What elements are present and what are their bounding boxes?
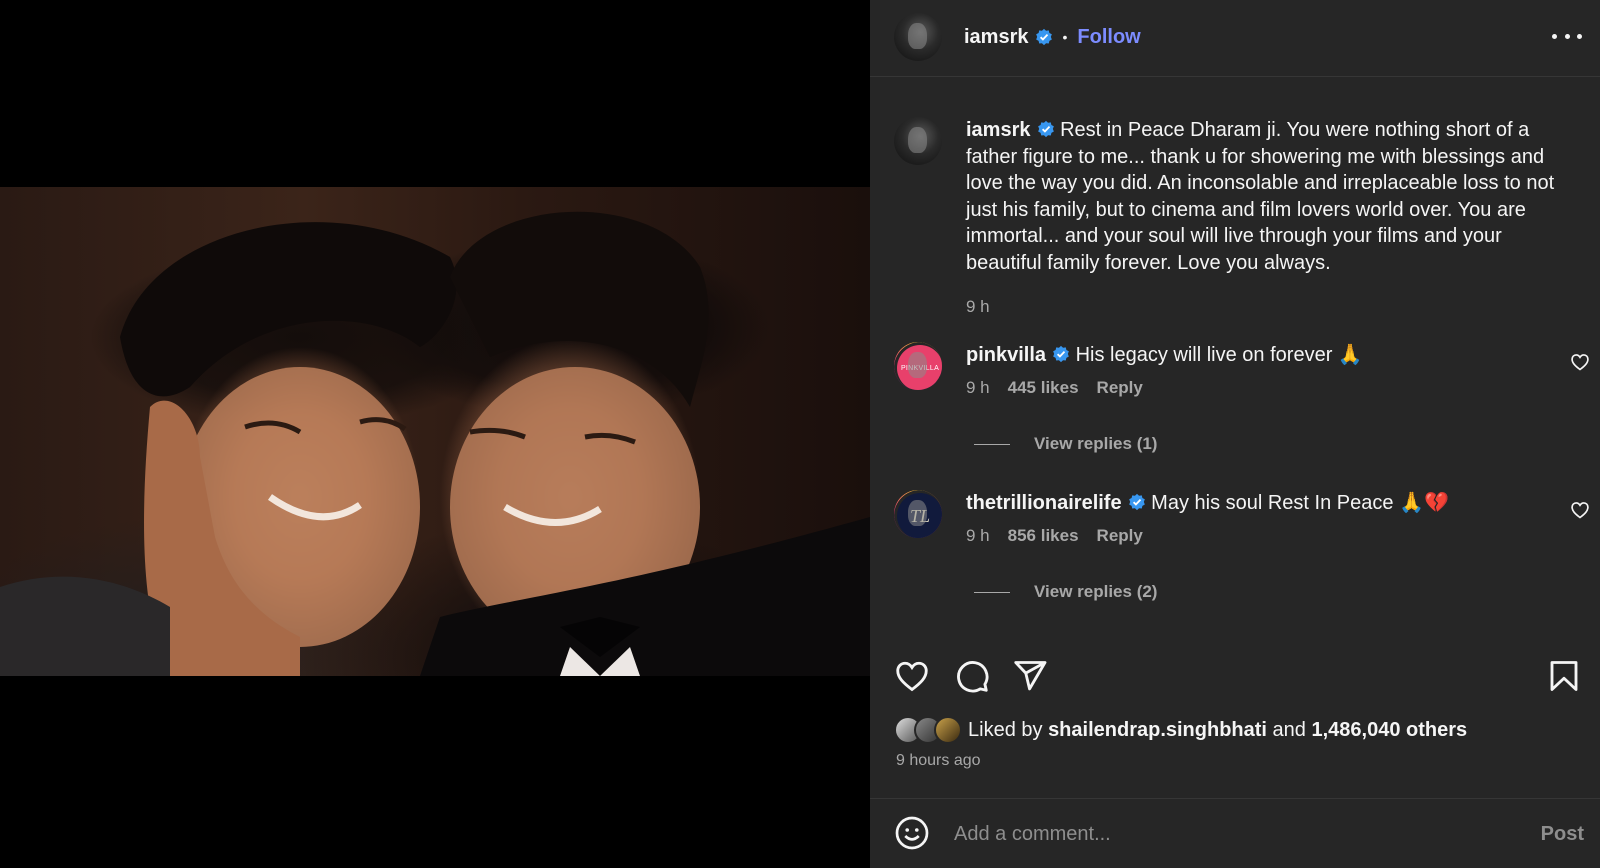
- author-username[interactable]: iamsrk: [964, 26, 1029, 49]
- bookmark-icon[interactable]: [1546, 658, 1582, 694]
- send-icon[interactable]: [1012, 658, 1048, 694]
- post-header: iamsrk • Follow: [870, 0, 1600, 74]
- comment-username[interactable]: thetrillionairelife: [966, 492, 1122, 514]
- comment-likes[interactable]: 856 likes: [1008, 526, 1079, 546]
- heart-icon[interactable]: [1570, 352, 1590, 372]
- post-media: [0, 0, 870, 868]
- caption-body: iamsrk Rest in Peace Dharam ji. You were…: [966, 117, 1576, 276]
- comment-time: 9 h: [966, 378, 990, 397]
- replies-line: [974, 443, 1010, 445]
- thetrillionairelife-logo: TL: [897, 493, 942, 538]
- reply-button[interactable]: Reply: [1097, 378, 1143, 398]
- follow-button[interactable]: Follow: [1077, 26, 1140, 49]
- comment-meta: 9 h 445 likes Reply: [966, 378, 1143, 398]
- post-photo[interactable]: [0, 187, 870, 676]
- avatar: [934, 716, 962, 744]
- liker-avatars[interactable]: [894, 716, 962, 744]
- comment-text: His legacy will live on forever 🙏: [1075, 344, 1363, 366]
- comment-input[interactable]: [954, 817, 1494, 851]
- comment-body: thetrillionairelife May his soul Rest In…: [966, 490, 1576, 517]
- caption-avatar[interactable]: [894, 117, 942, 165]
- header-separator: •: [1062, 29, 1068, 45]
- comment-time: 9 h: [966, 526, 990, 545]
- caption-text: Rest in Peace Dharam ji. You were nothin…: [966, 119, 1555, 274]
- emoji-icon[interactable]: [894, 815, 930, 851]
- liker-username[interactable]: shailendrap.singhbhati: [1048, 719, 1267, 742]
- header-divider: [870, 76, 1600, 77]
- view-replies-button[interactable]: View replies (1): [974, 434, 1157, 454]
- more-options-icon[interactable]: [1552, 26, 1582, 46]
- author-avatar[interactable]: [894, 13, 942, 61]
- reply-button[interactable]: Reply: [1097, 526, 1143, 546]
- heart-icon[interactable]: [894, 658, 930, 694]
- comment-avatar[interactable]: PINKVILLA: [894, 342, 942, 390]
- likes-summary: Liked by shailendrap.singhbhati and 1,48…: [894, 716, 1467, 744]
- caption-username[interactable]: iamsrk: [966, 119, 1031, 141]
- comment-meta: 9 h 856 likes Reply: [966, 526, 1143, 546]
- view-replies-label: View replies (1): [1034, 434, 1158, 453]
- likes-and: and: [1272, 718, 1306, 741]
- replies-line: [974, 591, 1010, 593]
- post-side-panel: iamsrk • Follow iamsrk Rest in Peace Dha…: [870, 0, 1600, 868]
- comment-avatar[interactable]: TL: [894, 490, 942, 538]
- likes-prefix: Liked by: [968, 718, 1043, 741]
- caption-meta: 9 h: [966, 297, 990, 317]
- heart-icon[interactable]: [1570, 500, 1590, 520]
- comment-username[interactable]: pinkvilla: [966, 344, 1046, 366]
- comment-icon[interactable]: [954, 658, 990, 694]
- view-replies-button[interactable]: View replies (2): [974, 582, 1157, 602]
- likes-others[interactable]: 1,486,040 others: [1311, 719, 1467, 742]
- post-button[interactable]: Post: [1541, 823, 1584, 846]
- verified-badge-icon: [1128, 493, 1145, 511]
- comment-body: pinkvilla His legacy will live on foreve…: [966, 342, 1576, 369]
- verified-badge-icon: [1037, 120, 1054, 138]
- verified-badge-icon: [1035, 28, 1052, 46]
- verified-badge-icon: [1053, 345, 1069, 363]
- view-replies-label: View replies (2): [1034, 582, 1158, 601]
- action-bar: [870, 648, 1600, 698]
- comment-bar: Post: [870, 798, 1600, 868]
- pinkvilla-logo: PINKVILLA: [897, 345, 942, 390]
- comment-likes[interactable]: 445 likes: [1008, 378, 1079, 398]
- comment-text: May his soul Rest In Peace 🙏💔: [1151, 492, 1449, 514]
- caption-time: 9 h: [966, 297, 990, 316]
- post-timestamp[interactable]: 9 hours ago: [896, 752, 981, 770]
